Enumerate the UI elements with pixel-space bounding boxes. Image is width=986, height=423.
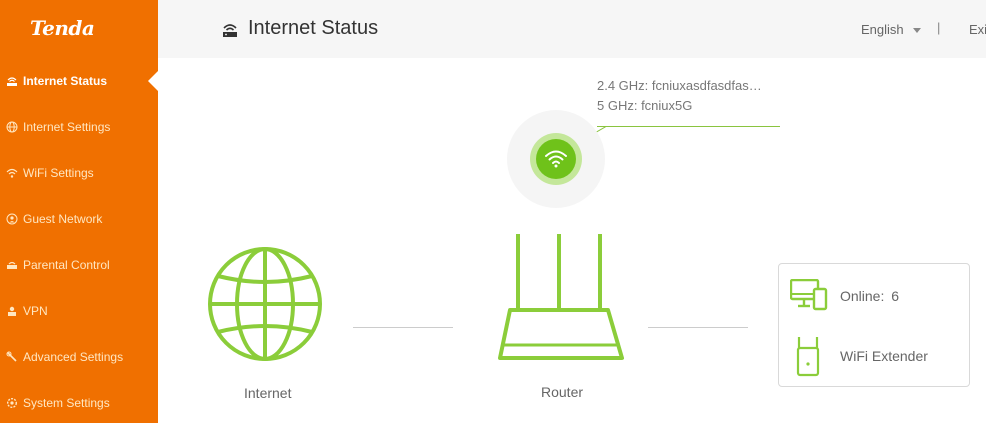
header-separator: |	[937, 20, 941, 35]
internet-label: Internet	[244, 385, 292, 401]
sidebar-item-label: Parental Control	[23, 258, 110, 272]
sidebar-item-parental-control[interactable]: Parental Control	[0, 250, 158, 280]
online-count: 6	[891, 288, 900, 304]
router-icon	[221, 20, 239, 38]
sidebar-item-label: Guest Network	[23, 212, 103, 226]
vpn-icon	[6, 305, 18, 317]
wifi-icon	[6, 167, 18, 179]
router-icon[interactable]	[496, 232, 626, 362]
sidebar-item-wifi-settings[interactable]: WiFi Settings	[0, 158, 158, 188]
sidebar-item-internet-status[interactable]: Internet Status	[0, 66, 158, 96]
sidebar-item-label: Internet Settings	[23, 120, 111, 134]
sidebar-item-label: VPN	[23, 304, 48, 318]
sidebar-item-vpn[interactable]: VPN	[0, 296, 158, 326]
ssid-24ghz: 2.4 GHz: fcniuxasdfasdfas…	[597, 78, 762, 93]
router-label: Router	[541, 384, 584, 400]
sidebar-item-advanced-settings[interactable]: Advanced Settings	[0, 342, 158, 372]
header: Internet Status English | Exit	[158, 0, 986, 58]
tenda-logo: Tenda	[30, 16, 95, 40]
online-devices[interactable]: Online: 6	[840, 288, 899, 304]
sidebar-item-label: System Settings	[23, 396, 110, 410]
parental-icon	[6, 259, 18, 271]
gear-icon	[6, 397, 18, 409]
wifi-ssid-info: 2.4 GHz: fcniuxasdfasdfas… 5 GHz: fcniux…	[597, 76, 762, 116]
wifi-extender-icon	[796, 337, 820, 377]
sidebar-item-system-settings[interactable]: System Settings	[0, 388, 158, 418]
guest-icon	[6, 213, 18, 225]
ssid-5ghz: 5 GHz: fcniux5G	[597, 98, 693, 113]
exit-button[interactable]: Exit	[969, 22, 986, 37]
globe-icon	[6, 121, 18, 133]
wrench-icon	[6, 351, 18, 363]
wifi-icon	[545, 150, 567, 168]
sidebar-item-guest-network[interactable]: Guest Network	[0, 204, 158, 234]
sidebar-item-internet-settings[interactable]: Internet Settings	[0, 112, 158, 142]
wifi-callout-line	[597, 126, 780, 127]
page-title: Internet Status	[248, 17, 379, 39]
wifi-status-button[interactable]	[536, 139, 576, 179]
devices-icon	[790, 279, 828, 311]
chevron-down-icon[interactable]	[913, 28, 921, 33]
language-select[interactable]: English	[861, 22, 904, 37]
sidebar-item-label: Advanced Settings	[23, 350, 124, 364]
sidebar-item-label: Internet Status	[23, 74, 108, 88]
connected-devices-panel: Online: 6 WiFi Extender	[778, 263, 970, 387]
connection-line	[648, 327, 748, 328]
wifi-extender-label[interactable]: WiFi Extender	[840, 348, 928, 364]
active-indicator	[148, 71, 158, 91]
sidebar-item-label: WiFi Settings	[23, 166, 94, 180]
online-label: Online:	[840, 288, 885, 304]
connection-line	[353, 327, 453, 328]
internet-globe-icon[interactable]	[207, 246, 323, 362]
sidebar: Tenda Internet Status Internet Settings …	[0, 0, 158, 423]
router-icon	[6, 75, 18, 87]
